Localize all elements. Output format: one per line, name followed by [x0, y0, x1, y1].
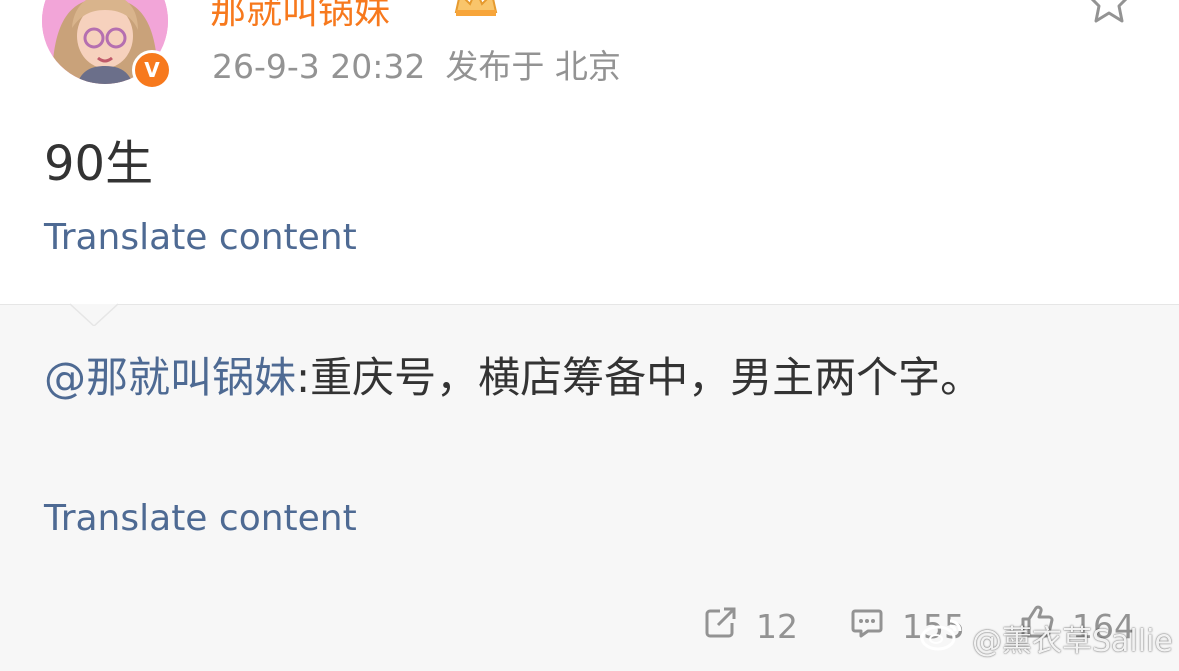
username[interactable]: 那就叫锅妹	[210, 0, 390, 34]
post-timestamp: 26-9-3 20:32	[212, 47, 426, 86]
star-icon[interactable]	[1086, 0, 1132, 30]
repost-mention[interactable]: @那就叫锅妹	[44, 353, 296, 402]
share-count: 12	[756, 606, 798, 646]
comment-icon	[850, 605, 902, 647]
weibo-logo-icon	[920, 617, 972, 659]
crown-icon	[452, 0, 500, 22]
share-button[interactable]: 12	[704, 605, 798, 647]
verified-badge: V	[132, 50, 172, 90]
repost-translate-link[interactable]: Translate content	[44, 498, 357, 539]
repost-text: @那就叫锅妹:重庆号，横店筹备中，男主两个字。	[44, 341, 1124, 415]
repost-body: :重庆号，横店筹备中，男主两个字。	[296, 353, 983, 402]
watermark: @薰衣草Sallie	[920, 616, 1173, 660]
post-header-section: V 那就叫锅妹 26-9-3 20:32 发布于 北京 90生 Translate…	[0, 0, 1179, 304]
watermark-text: @薰衣草Sallie	[972, 624, 1173, 659]
post-text: 90生	[44, 136, 154, 192]
translate-link[interactable]: Translate content	[44, 217, 357, 258]
post-meta: 26-9-3 20:32 发布于 北京	[212, 40, 621, 88]
post-location: 发布于 北京	[445, 47, 621, 86]
share-icon	[704, 605, 756, 647]
repost-notch	[69, 286, 119, 330]
